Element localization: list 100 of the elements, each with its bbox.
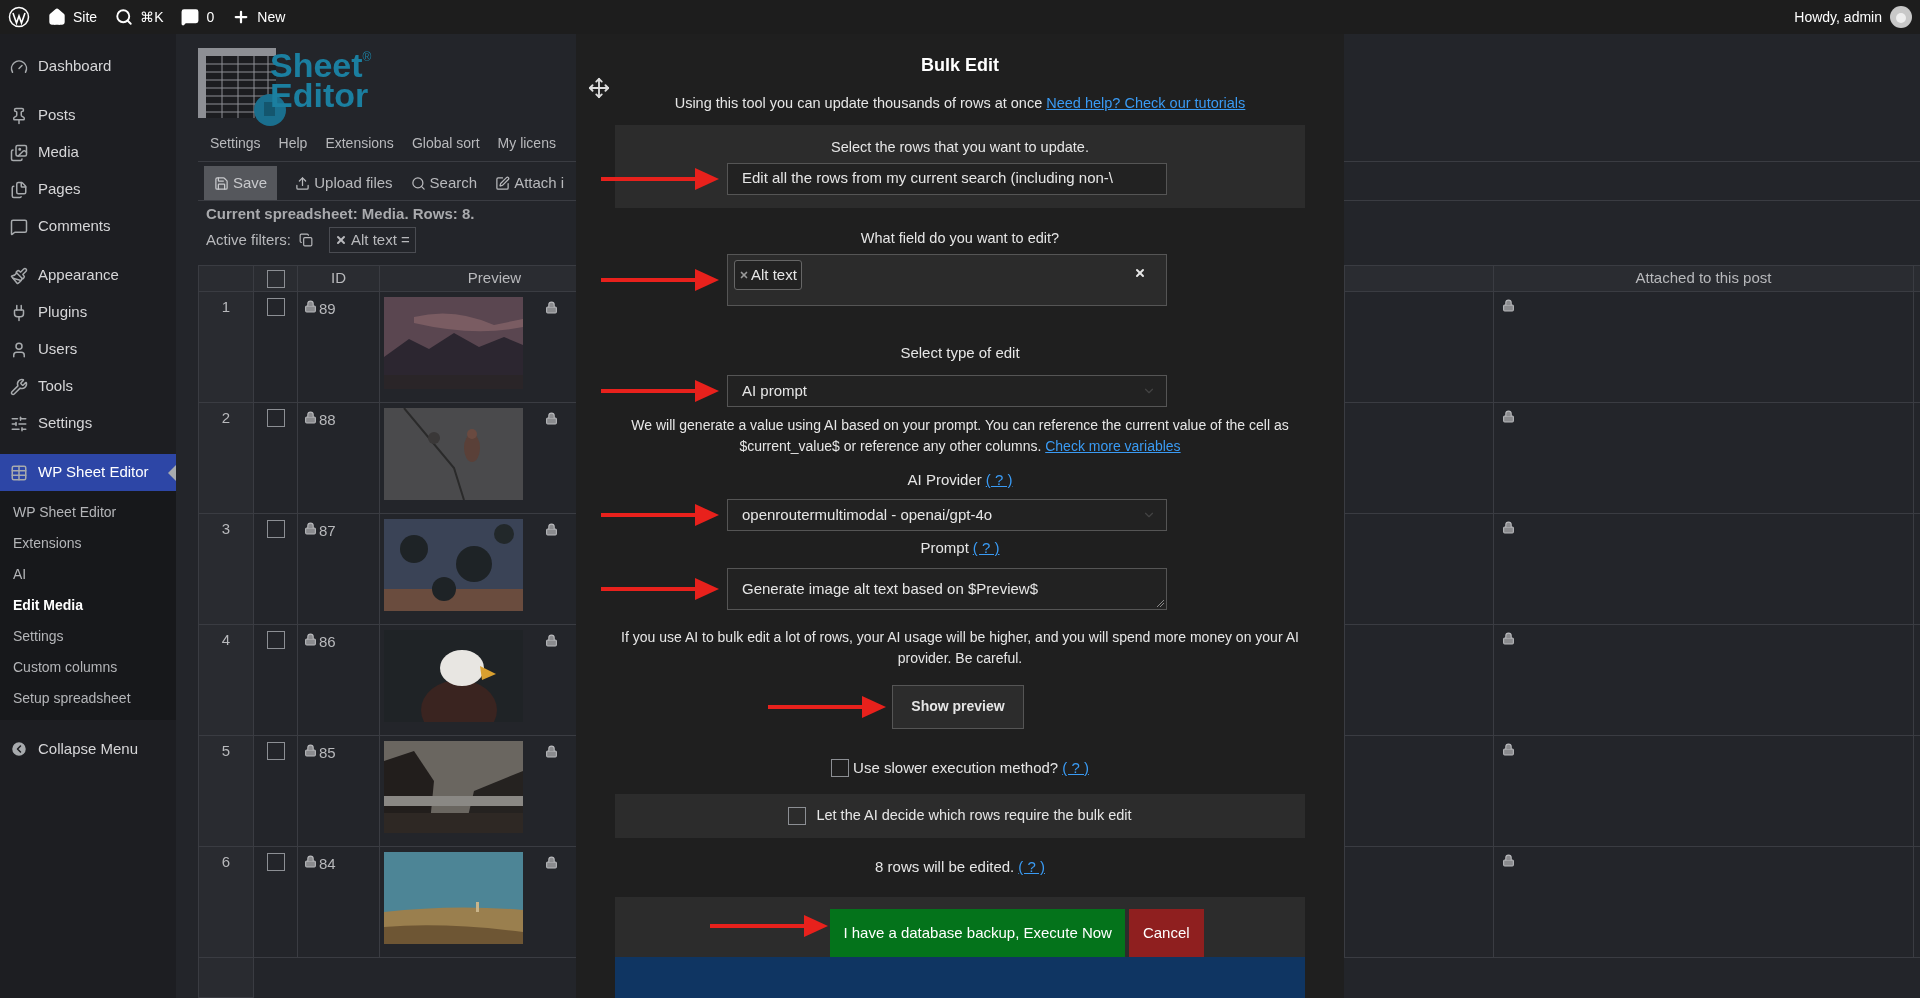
lock-icon bbox=[1502, 854, 1515, 867]
speech-bubble-icon bbox=[181, 8, 200, 26]
cancel-button[interactable]: Cancel bbox=[1128, 908, 1204, 957]
row-number-cell: 6 bbox=[199, 847, 254, 958]
provider-select[interactable]: openroutermultimodal - openai/gpt-4o bbox=[727, 499, 1167, 532]
sidebar-item[interactable]: WP Sheet Editor bbox=[0, 454, 176, 491]
row-number-cell: 2 bbox=[199, 403, 254, 514]
resize-handle-icon bbox=[1157, 599, 1164, 607]
sidebar-item[interactable]: Settings bbox=[0, 405, 176, 442]
menu-link[interactable]: Extensions bbox=[325, 133, 394, 154]
help-link[interactable]: ( ? ) bbox=[1062, 756, 1089, 780]
submenu-item[interactable]: Setup spreadsheet bbox=[0, 683, 176, 714]
edit-icon bbox=[495, 175, 511, 191]
submenu-item[interactable]: Custom columns bbox=[0, 652, 176, 683]
ai-decide-checkbox[interactable] bbox=[788, 807, 807, 826]
greeting-link[interactable]: Howdy, admin bbox=[1794, 6, 1882, 28]
current-pointer-icon bbox=[168, 465, 176, 481]
sidebar-item[interactable]: Dashboard bbox=[0, 48, 176, 85]
submenu-item[interactable]: AI bbox=[0, 559, 176, 590]
lock-icon bbox=[304, 411, 317, 424]
row-checkbox[interactable] bbox=[266, 298, 285, 316]
sidebar-item[interactable]: Plugins bbox=[0, 294, 176, 331]
row-checkbox[interactable] bbox=[266, 742, 285, 760]
id-cell-text: 86 bbox=[319, 632, 336, 652]
id-cell-text: 87 bbox=[319, 521, 336, 541]
lock-icon bbox=[1502, 299, 1515, 312]
sidebar-item[interactable]: Comments bbox=[0, 208, 176, 245]
row-number-cell: 3 bbox=[199, 514, 254, 625]
menu-link[interactable]: Help bbox=[278, 133, 308, 154]
row-checkbox[interactable] bbox=[266, 853, 285, 871]
move-icon[interactable] bbox=[588, 77, 610, 99]
admin-bar-link[interactable]: New bbox=[232, 6, 286, 28]
lock-icon bbox=[304, 522, 317, 535]
row-checkbox[interactable] bbox=[266, 520, 285, 538]
table-icon bbox=[10, 463, 28, 482]
lock-icon bbox=[545, 523, 558, 536]
row-number-cell: 5 bbox=[199, 736, 254, 847]
filter-chip[interactable]: Alt text = bbox=[329, 227, 416, 253]
row-number-cell: 4 bbox=[199, 625, 254, 736]
submenu-item[interactable]: Extensions bbox=[0, 528, 176, 559]
upload-icon bbox=[295, 175, 311, 191]
collapse-menu-button[interactable]: Collapse Menu bbox=[0, 732, 176, 766]
save-icon bbox=[214, 175, 229, 191]
id-cell-text: 85 bbox=[319, 743, 336, 763]
row-checkbox[interactable] bbox=[266, 631, 285, 649]
clear-icon[interactable] bbox=[1134, 267, 1146, 280]
avatar-icon[interactable] bbox=[1890, 6, 1912, 28]
toolbar-button[interactable]: Search bbox=[410, 166, 478, 200]
speech-bubble-icon bbox=[10, 217, 28, 236]
field-multiselect[interactable]: Alt text bbox=[727, 254, 1167, 307]
help-link[interactable]: ( ? ) bbox=[1018, 856, 1045, 879]
sidebar-item[interactable]: Media bbox=[0, 134, 176, 171]
menu-link[interactable]: Global sort bbox=[411, 133, 480, 154]
field-label: AI Provider bbox=[907, 469, 982, 490]
lock-icon bbox=[1502, 521, 1515, 534]
lock-icon bbox=[304, 633, 317, 646]
help-link[interactable]: Need help? Check our tutorials bbox=[1046, 95, 1246, 111]
admin-bar-link[interactable]: Site bbox=[48, 6, 98, 28]
prompt-field[interactable]: Generate image alt text based on $Preview$ bbox=[727, 567, 1167, 610]
submenu-item[interactable]: Settings bbox=[0, 621, 176, 652]
rows-select[interactable]: Edit all the rows from my current search (including non-\ bbox=[727, 162, 1167, 195]
sidebar-item[interactable]: Pages bbox=[0, 171, 176, 208]
column-header[interactable]: ID bbox=[298, 266, 380, 292]
admin-bar-link[interactable]: ⌘K bbox=[115, 6, 164, 28]
slower-checkbox[interactable] bbox=[831, 759, 850, 777]
menu-link[interactable]: Settings bbox=[210, 133, 261, 154]
submenu-item[interactable]: WP Sheet Editor bbox=[0, 497, 176, 528]
rows-count: 8 rows will be edited. bbox=[875, 857, 1015, 878]
edit-type-select[interactable]: AI prompt bbox=[727, 374, 1167, 407]
show-preview-button[interactable]: Show preview bbox=[892, 684, 1024, 729]
field-tag[interactable]: Alt text bbox=[734, 260, 802, 291]
copy-icon[interactable] bbox=[299, 233, 314, 247]
search-icon bbox=[410, 175, 426, 191]
id-cell-text: 88 bbox=[319, 410, 336, 430]
dialog-title: Bulk Edit bbox=[921, 54, 999, 77]
submenu-item[interactable]: Edit Media bbox=[0, 590, 176, 621]
lock-icon bbox=[1502, 410, 1515, 423]
row-checkbox[interactable] bbox=[266, 409, 285, 427]
field-label: Prompt bbox=[920, 538, 969, 559]
help-link[interactable]: ( ? ) bbox=[972, 537, 1000, 560]
lock-icon bbox=[1502, 743, 1515, 756]
lock-icon bbox=[545, 745, 558, 758]
execute-button[interactable]: I have a database backup, Execute Now bbox=[830, 908, 1125, 957]
checkbox-label: Use slower execution method? bbox=[853, 757, 1059, 778]
menu-link[interactable]: My licens bbox=[497, 133, 556, 154]
help-link[interactable]: ( ? ) bbox=[985, 468, 1013, 492]
column-header[interactable]: Attached to this post bbox=[1494, 266, 1914, 292]
home-icon bbox=[48, 8, 66, 26]
sidebar-item[interactable]: Users bbox=[0, 331, 176, 368]
toolbar-button[interactable]: Save bbox=[204, 166, 278, 200]
toolbar-button[interactable]: Attach i bbox=[495, 166, 565, 200]
sidebar-item[interactable]: Posts bbox=[0, 97, 176, 134]
sliders-icon bbox=[10, 414, 28, 433]
variables-link[interactable]: Check more variables bbox=[1045, 437, 1181, 454]
select-all-checkbox[interactable] bbox=[266, 269, 285, 288]
toolbar-button[interactable]: Upload files bbox=[295, 166, 393, 200]
admin-bar-link[interactable]: 0 bbox=[181, 6, 215, 28]
sidebar-item[interactable]: Appearance bbox=[0, 257, 176, 294]
wordpress-logo-icon[interactable] bbox=[8, 6, 30, 28]
sidebar-item[interactable]: Tools bbox=[0, 368, 176, 405]
